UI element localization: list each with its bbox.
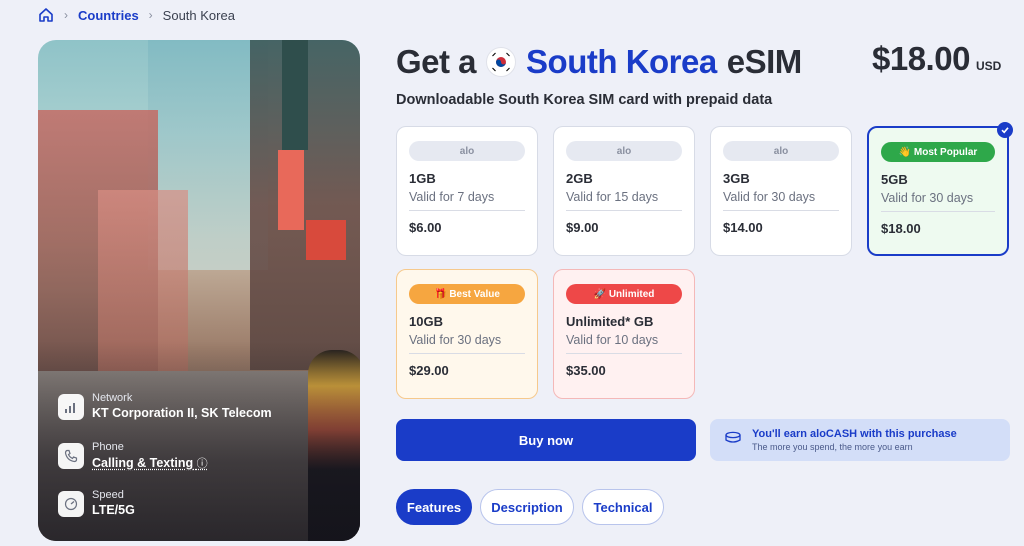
plan-tag: alo	[723, 141, 839, 161]
breadcrumb: › Countries › South Korea	[38, 6, 235, 24]
speed-value: LTE/5G	[92, 503, 135, 517]
plan-price: $9.00	[566, 220, 599, 235]
info-icon[interactable]: ⓘ	[197, 458, 208, 470]
plan-price: $35.00	[566, 363, 606, 378]
tab-bar: Features Description Technical	[396, 489, 664, 525]
divider	[566, 353, 682, 354]
divider	[409, 210, 525, 211]
plan-validity: Valid for 10 days	[566, 333, 659, 347]
plan-price: $14.00	[723, 220, 763, 235]
chevron-right-icon: ›	[148, 8, 153, 22]
plan-validity: Valid for 30 days	[409, 333, 502, 347]
plan-validity: Valid for 30 days	[881, 191, 974, 205]
network-label: Network	[92, 392, 133, 404]
chevron-right-icon: ›	[64, 8, 68, 22]
phone-value-text: Calling & Texting	[92, 456, 194, 470]
spec-network: Network KT Corporation II, SK Telecom	[58, 392, 272, 420]
price-amount: $18.00	[872, 40, 970, 77]
title-country: South Korea	[526, 43, 717, 80]
page-title: Get a South Korea eSIM	[396, 40, 802, 84]
plan-size: Unlimited* GB	[566, 314, 654, 329]
home-icon[interactable]	[38, 7, 54, 23]
divider	[881, 211, 995, 212]
divider	[566, 210, 682, 211]
breadcrumb-current: South Korea	[162, 7, 235, 23]
plan-tag: alo	[566, 141, 682, 161]
alocash-subtitle: The more you spend, the more you earn	[752, 442, 913, 452]
title-prefix: Get a	[396, 43, 477, 80]
phone-label: Phone	[92, 441, 124, 453]
speed-label: Speed	[92, 489, 124, 501]
title-suffix: eSIM	[726, 43, 803, 80]
alocash-title: You'll earn aloCASH with this purchase	[752, 428, 957, 440]
phone-icon	[58, 443, 84, 469]
hero-image: Network KT Corporation II, SK Telecom Ph…	[38, 40, 360, 541]
plan-tag-best-value: 🎁 Best Value	[409, 284, 525, 304]
spec-phone: Phone Calling & Texting ⓘ	[58, 441, 208, 471]
plan-validity: Valid for 7 days	[409, 190, 495, 204]
plan-validity: Valid for 30 days	[723, 190, 816, 204]
plan-card[interactable]: alo 2GB Valid for 15 days $9.00	[553, 126, 695, 256]
plan-tag-most-popular: 👋 Most Popular	[881, 142, 995, 162]
check-icon	[997, 122, 1013, 138]
plan-card[interactable]: alo 1GB Valid for 7 days $6.00	[396, 126, 538, 256]
plan-tag: alo	[409, 141, 525, 161]
coins-icon	[724, 431, 742, 450]
divider	[723, 210, 839, 211]
subtitle: Downloadable South Korea SIM card with p…	[396, 92, 773, 108]
plan-size: 5GB	[881, 172, 908, 187]
south-korea-flag-icon	[486, 47, 517, 77]
divider	[409, 353, 525, 354]
plan-card[interactable]: 🎁 Best Value 10GB Valid for 30 days $29.…	[396, 269, 538, 399]
plan-price: $6.00	[409, 220, 442, 235]
price-display: $18.00 USD	[872, 40, 1001, 84]
plan-card[interactable]: alo 3GB Valid for 30 days $14.00	[710, 126, 852, 256]
speedometer-icon	[58, 491, 84, 517]
plan-card-selected[interactable]: 👋 Most Popular 5GB Valid for 30 days $18…	[867, 122, 1013, 256]
signal-icon	[58, 394, 84, 420]
tab-technical[interactable]: Technical	[582, 489, 664, 525]
alocash-banner: You'll earn aloCASH with this purchase T…	[710, 419, 1010, 461]
plan-size: 2GB	[566, 171, 593, 186]
price-currency: USD	[975, 59, 1002, 73]
network-value: KT Corporation II, SK Telecom	[92, 406, 272, 420]
plan-size: 3GB	[723, 171, 750, 186]
plan-price: $29.00	[409, 363, 449, 378]
breadcrumb-countries-link[interactable]: Countries	[78, 8, 139, 23]
tab-features[interactable]: Features	[396, 489, 472, 525]
buy-now-button[interactable]: Buy now	[396, 419, 696, 461]
spec-speed: Speed LTE/5G	[58, 489, 135, 517]
plan-card[interactable]: 🚀 Unlimited Unlimited* GB Valid for 10 d…	[553, 269, 695, 399]
plan-size: 1GB	[409, 171, 436, 186]
plan-validity: Valid for 15 days	[566, 190, 659, 204]
plan-size: 10GB	[409, 314, 443, 329]
tab-description[interactable]: Description	[480, 489, 574, 525]
plan-tag-unlimited: 🚀 Unlimited	[566, 284, 682, 304]
plan-price: $18.00	[881, 221, 921, 236]
phone-value[interactable]: Calling & Texting ⓘ	[92, 455, 208, 471]
